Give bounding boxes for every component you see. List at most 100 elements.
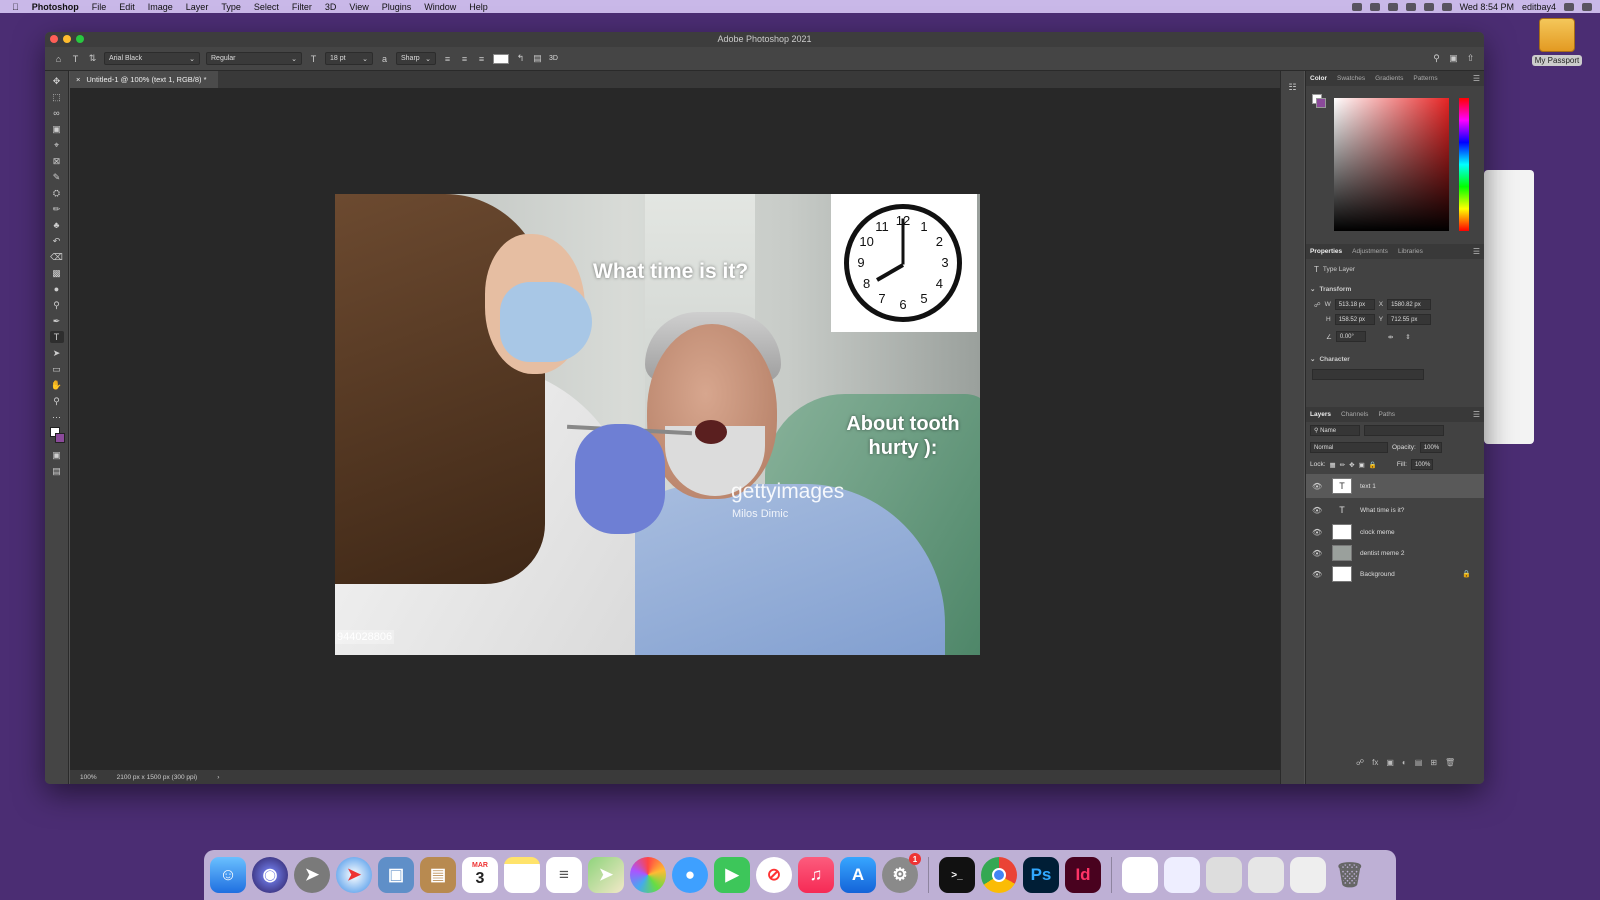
- menubar-clock[interactable]: Wed 8:54 PM: [1460, 2, 1514, 12]
- screenshot-thumbnail-icon[interactable]: [1164, 857, 1200, 893]
- 3d-button[interactable]: 3D: [549, 55, 558, 62]
- layer-row[interactable]: 👁 T What time is it?: [1306, 500, 1484, 520]
- fill-field[interactable]: 100%: [1410, 459, 1433, 470]
- menu-3d[interactable]: 3D: [325, 2, 337, 12]
- zoom-level[interactable]: 100%: [80, 774, 97, 781]
- window-titlebar[interactable]: Adobe Photoshop 2021: [45, 32, 1484, 47]
- control-center-icon[interactable]: [1582, 2, 1592, 11]
- new-layer-icon[interactable]: ⊞: [1430, 758, 1437, 767]
- hue-slider[interactable]: [1459, 98, 1469, 231]
- document-canvas[interactable]: 12 1 2 3 4 5 6 7 8 9 10 11 What time is it? About t…: [335, 194, 980, 655]
- launchpad-icon[interactable]: ➤: [294, 857, 330, 893]
- apple-menu-icon[interactable]: : [12, 2, 19, 12]
- hand-tool-icon[interactable]: ✋: [50, 379, 64, 391]
- notes-icon[interactable]: [504, 857, 540, 893]
- tab-layers[interactable]: Layers: [1310, 411, 1331, 418]
- menubar-user[interactable]: editbay4: [1522, 2, 1556, 12]
- news-icon[interactable]: ⊘: [756, 857, 792, 893]
- tab-adjustments[interactable]: Adjustments: [1352, 248, 1388, 255]
- desktop-drive[interactable]: My Passport: [1532, 18, 1582, 66]
- font-style-select[interactable]: Regular ⌄: [206, 52, 302, 65]
- history-panel-icon[interactable]: ☷: [1286, 81, 1300, 93]
- music-icon[interactable]: ♫: [798, 857, 834, 893]
- layer-filter-toggle[interactable]: [1364, 425, 1444, 436]
- add-mask-icon[interactable]: ▣: [1386, 758, 1394, 767]
- reminders-icon[interactable]: ≡: [546, 857, 582, 893]
- color-picker-field[interactable]: [1334, 98, 1449, 231]
- background-color-swatch[interactable]: [54, 433, 65, 443]
- align-left-icon[interactable]: ≡: [442, 53, 453, 64]
- trash-icon[interactable]: 🗑: [1332, 857, 1368, 893]
- calendar-icon[interactable]: MAR 3: [462, 857, 498, 893]
- siri-icon[interactable]: ◉: [252, 857, 288, 893]
- downloads-stack-icon[interactable]: [1290, 857, 1326, 893]
- antialias-select[interactable]: Sharp ⌄: [396, 52, 436, 65]
- gradient-tool-icon[interactable]: ▩: [50, 267, 64, 279]
- type-tool-icon[interactable]: T: [49, 331, 64, 343]
- blur-tool-icon[interactable]: ●: [50, 283, 64, 295]
- type-tool-preset-icon[interactable]: T: [70, 53, 81, 64]
- font-family-select[interactable]: Arial Black ⌄: [104, 52, 200, 65]
- warp-text-icon[interactable]: ↰: [515, 53, 526, 64]
- text-orientation-icon[interactable]: ⇅: [87, 53, 98, 64]
- align-center-icon[interactable]: ≡: [459, 53, 470, 64]
- screen-mode-icon[interactable]: ▤: [50, 465, 64, 477]
- creative-cloud-icon[interactable]: [1351, 2, 1362, 11]
- close-tab-icon[interactable]: ×: [76, 75, 80, 84]
- workspace-icon[interactable]: ▣: [1448, 53, 1459, 64]
- object-select-tool-icon[interactable]: ▣: [50, 123, 64, 135]
- tab-channels[interactable]: Channels: [1341, 411, 1368, 418]
- canvas-area[interactable]: 12 1 2 3 4 5 6 7 8 9 10 11 What time is it? About t…: [70, 88, 1280, 770]
- safari-icon[interactable]: ➤: [336, 857, 372, 893]
- panel-menu-icon[interactable]: ☰: [1473, 410, 1480, 419]
- notebook-icon[interactable]: ▤: [420, 857, 456, 893]
- dodge-tool-icon[interactable]: ⚲: [50, 299, 64, 311]
- visibility-eye-icon[interactable]: 👁: [1312, 570, 1322, 579]
- more-tools-icon[interactable]: ⋯: [50, 411, 64, 423]
- lock-paint-icon[interactable]: ✏: [1340, 461, 1345, 469]
- frame-tool-icon[interactable]: ⊠: [50, 155, 64, 167]
- rectangle-tool-icon[interactable]: ▭: [50, 363, 64, 375]
- display-icon[interactable]: [1387, 2, 1398, 11]
- opacity-field[interactable]: 100%: [1419, 442, 1442, 453]
- share-icon[interactable]: ⇧: [1465, 53, 1476, 64]
- document-thumbnail-icon[interactable]: [1122, 857, 1158, 893]
- photos-icon[interactable]: [630, 857, 666, 893]
- menu-help[interactable]: Help: [469, 2, 488, 12]
- document-tab[interactable]: × Untitled-1 @ 100% (text 1, RGB/8) *: [70, 71, 218, 88]
- eyedropper-tool-icon[interactable]: ✎: [50, 171, 64, 183]
- zoom-window-button[interactable]: [76, 35, 84, 43]
- adjustment-layer-icon[interactable]: ◐: [1402, 758, 1407, 767]
- link-layers-icon[interactable]: ☍: [1356, 758, 1364, 767]
- menu-window[interactable]: Window: [424, 2, 456, 12]
- visibility-eye-icon[interactable]: 👁: [1312, 528, 1322, 537]
- font-size-select[interactable]: 18 pt ⌄: [325, 52, 373, 65]
- menu-view[interactable]: View: [349, 2, 368, 12]
- lock-artboard-icon[interactable]: ▣: [1359, 461, 1365, 469]
- tab-patterns[interactable]: Patterns: [1413, 75, 1437, 82]
- new-group-icon[interactable]: ▤: [1415, 758, 1423, 767]
- warning-icon[interactable]: [1369, 2, 1380, 11]
- search-icon[interactable]: [1564, 2, 1574, 11]
- trash-icon[interactable]: 🗑: [1445, 758, 1455, 767]
- lock-position-icon[interactable]: ✥: [1349, 461, 1354, 469]
- menu-plugins[interactable]: Plugins: [382, 2, 412, 12]
- indesign-icon[interactable]: Id: [1065, 857, 1101, 893]
- layer-row[interactable]: 👁 T text 1: [1306, 474, 1484, 498]
- crop-tool-icon[interactable]: ⌖: [50, 139, 64, 151]
- eraser-tool-icon[interactable]: ⌫: [50, 251, 64, 263]
- lock-icon[interactable]: 🔒: [1462, 570, 1471, 578]
- extension-icon[interactable]: [1405, 2, 1416, 11]
- menu-image[interactable]: Image: [148, 2, 173, 12]
- tab-paths[interactable]: Paths: [1378, 411, 1395, 418]
- visibility-eye-icon[interactable]: 👁: [1312, 549, 1322, 558]
- move-tool-icon[interactable]: ✥: [50, 75, 64, 87]
- text-color-swatch[interactable]: [493, 53, 509, 64]
- character-font-field[interactable]: [1312, 369, 1424, 380]
- visibility-eye-icon[interactable]: 👁: [1312, 506, 1322, 515]
- preview-icon[interactable]: ▣: [378, 857, 414, 893]
- lock-all-icon[interactable]: 🔒: [1369, 461, 1377, 469]
- y-field[interactable]: 712.55 px: [1387, 314, 1432, 325]
- messages-icon[interactable]: ●: [672, 857, 708, 893]
- zoom-tool-icon[interactable]: ⚲: [50, 395, 64, 407]
